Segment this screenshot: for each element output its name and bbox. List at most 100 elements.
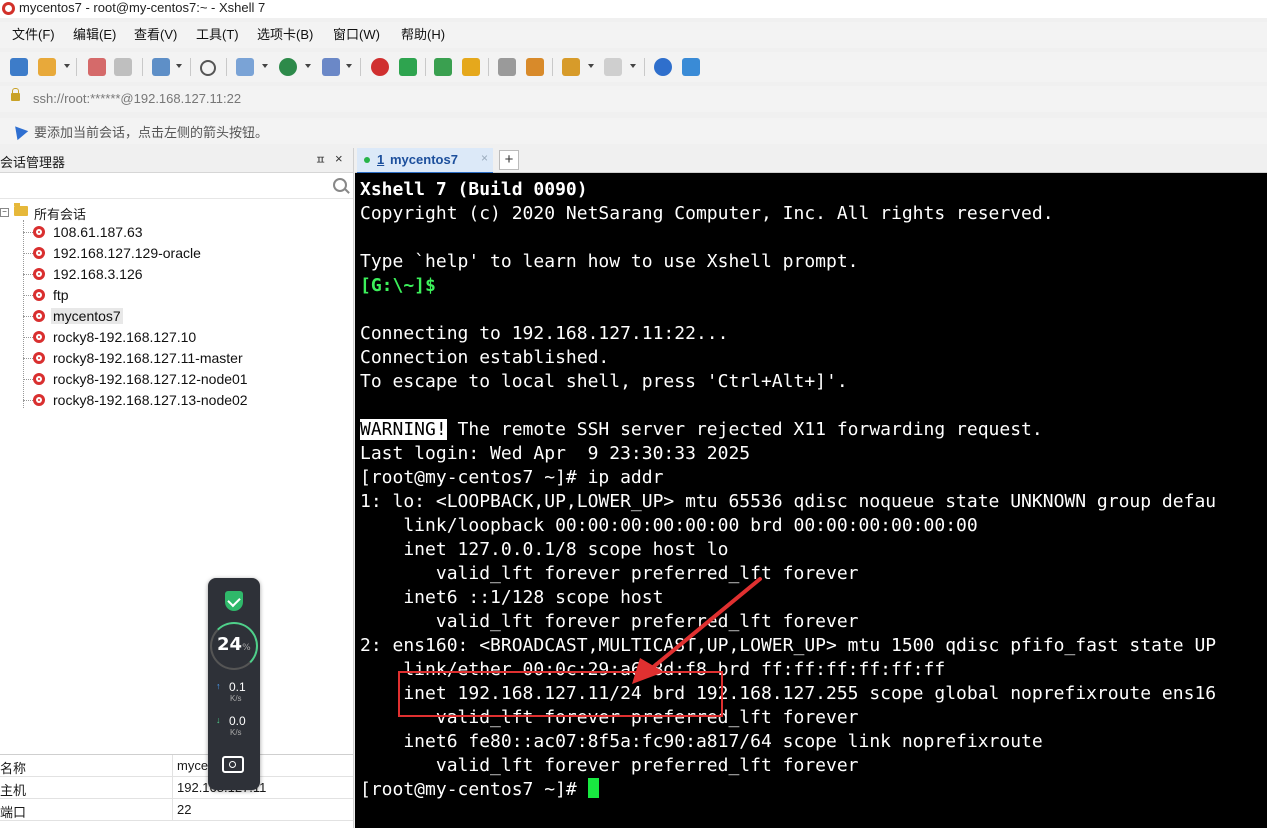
session-item[interactable]: 192.168.127.129-oracle <box>20 243 340 264</box>
chat-icon[interactable] <box>682 58 700 76</box>
properties-dropdown-icon[interactable] <box>262 64 268 68</box>
terminal-line: Copyright (c) 2020 NetSarang Computer, I… <box>360 203 1054 224</box>
pin-icon[interactable]: ㅍ <box>315 151 326 168</box>
toolbar-separator <box>552 58 553 76</box>
session-item[interactable]: 108.61.187.63 <box>20 222 340 243</box>
tab-number: 1 <box>377 152 385 167</box>
session-item[interactable]: 192.168.3.126 <box>20 264 340 285</box>
terminal-prompt: [root@my-centos7 ~]# <box>360 779 588 800</box>
terminal-area[interactable]: Xshell 7 (Build 0090) Copyright (c) 2020 … <box>355 173 1267 828</box>
font-icon[interactable] <box>322 58 340 76</box>
xshell-logo-icon <box>2 2 15 15</box>
terminal-line: [G:\~]$ <box>360 275 436 296</box>
lock-icon[interactable] <box>462 58 480 76</box>
highlight-box <box>398 671 723 717</box>
transfer-icon[interactable] <box>562 58 580 76</box>
terminal-line: Connection established. <box>360 347 610 368</box>
camera-icon[interactable] <box>222 756 244 773</box>
open-dropdown-icon[interactable] <box>64 64 70 68</box>
menu-help[interactable]: 帮助(H) <box>401 26 445 44</box>
upload-arrow-icon: ↑ <box>216 681 221 691</box>
session-item-label: rocky8-192.168.127.10 <box>53 329 197 345</box>
session-icon <box>33 352 45 364</box>
terminal-line: Connecting to 192.168.127.11:22... <box>360 323 729 344</box>
tree-connector <box>23 253 33 255</box>
tab-close-icon[interactable]: × <box>481 151 488 165</box>
disconnect-icon[interactable] <box>114 58 132 76</box>
open-folder-icon[interactable] <box>38 58 56 76</box>
close-icon[interactable]: × <box>335 151 343 166</box>
new-session-icon[interactable] <box>10 58 28 76</box>
session-item-label: ftp <box>53 287 69 303</box>
session-icon <box>33 310 45 322</box>
properties-icon[interactable] <box>236 58 254 76</box>
session-item[interactable]: rocky8-192.168.127.12-node01 <box>20 369 340 390</box>
menu-tabs[interactable]: 选项卡(B) <box>257 26 313 44</box>
terminal-line: WARNING! The remote SSH server rejected … <box>360 418 1043 442</box>
terminal-line: inet6 fe80::ac07:8f5a:fc90:a817/64 scope… <box>360 731 1043 752</box>
session-icon <box>33 289 45 301</box>
session-item[interactable]: rocky8-192.168.127.10 <box>20 327 340 348</box>
xftp-icon[interactable] <box>399 58 417 76</box>
menu-window[interactable]: 窗口(W) <box>333 26 380 44</box>
title-bar: mycentos7 - root@my-centos7:~ - Xshell 7 <box>0 0 1267 18</box>
hint-text: 要添加当前会话，点击左侧的箭头按钮。 <box>34 125 269 140</box>
property-row: 端口 22 <box>0 799 353 821</box>
session-icon <box>33 394 45 406</box>
address-bar: ssh://root:******@192.168.127.11:22 <box>0 86 1267 112</box>
session-icon <box>33 226 45 238</box>
property-row: 主机 192.168.127.11 <box>0 777 353 799</box>
upload-unit: K/s <box>230 694 242 703</box>
globe-dropdown-icon[interactable] <box>305 64 311 68</box>
xshell-icon[interactable] <box>371 58 389 76</box>
toolbar-separator <box>190 58 191 76</box>
search-icon[interactable] <box>333 178 347 192</box>
terminal-line: Last login: Wed Apr 9 23:30:33 2025 <box>360 443 751 464</box>
session-item[interactable]: ftp <box>20 285 340 306</box>
toolbar-separator <box>360 58 361 76</box>
connected-status-icon <box>364 157 370 163</box>
tab-mycentos7[interactable]: 1 mycentos7 × <box>357 148 493 174</box>
globe-icon[interactable] <box>279 58 297 76</box>
find-icon[interactable] <box>200 60 216 76</box>
highlight-pen-icon[interactable] <box>526 58 544 76</box>
terminal-line: To escape to local shell, press 'Ctrl+Al… <box>360 371 848 392</box>
collapse-icon[interactable]: − <box>0 208 9 217</box>
column-divider <box>172 755 173 776</box>
cpu-percent-value: 24 <box>217 634 243 655</box>
tree-connector <box>23 232 33 234</box>
fullscreen-icon[interactable] <box>434 58 452 76</box>
keyboard-icon[interactable] <box>498 58 516 76</box>
session-item-label: rocky8-192.168.127.12-node01 <box>53 371 248 387</box>
session-manager-header: 会话管理器 ㅍ × <box>0 148 353 173</box>
font-dropdown-icon[interactable] <box>346 64 352 68</box>
lock-icon <box>11 88 20 101</box>
transfer-dropdown-icon[interactable] <box>588 64 594 68</box>
tree-root-all-sessions[interactable]: − 所有会话 <box>0 202 353 222</box>
address-field[interactable]: ssh://root:******@192.168.127.11:22 <box>33 91 241 106</box>
menu-view[interactable]: 查看(V) <box>134 26 177 44</box>
session-item-selected[interactable]: mycentos7 <box>20 306 340 327</box>
add-session-arrow-icon[interactable] <box>9 121 29 141</box>
menu-bar: 文件(F) 编辑(E) 查看(V) 工具(T) 选项卡(B) 窗口(W) 帮助(… <box>0 22 1267 48</box>
session-item[interactable]: rocky8-192.168.127.13-node02 <box>20 390 340 411</box>
hint-bar: 要添加当前会话，点击左侧的箭头按钮。 <box>0 118 1267 144</box>
tree-connector <box>23 295 33 297</box>
reconnect-icon[interactable] <box>152 58 170 76</box>
layout-icon[interactable] <box>604 58 622 76</box>
toolbar-separator <box>425 58 426 76</box>
help-icon[interactable] <box>654 58 672 76</box>
connect-icon[interactable] <box>88 58 106 76</box>
reconnect-dropdown-icon[interactable] <box>176 64 182 68</box>
menu-tools[interactable]: 工具(T) <box>196 26 239 44</box>
terminal-line: [root@my-centos7 ~]# <box>360 778 599 802</box>
session-item[interactable]: rocky8-192.168.127.11-master <box>20 348 340 369</box>
menu-file[interactable]: 文件(F) <box>12 26 55 44</box>
network-monitor-widget[interactable]: 24% ↑ 0.1 K/s ↓ 0.0 K/s <box>208 578 260 790</box>
new-tab-button[interactable]: + <box>499 150 519 170</box>
menu-edit[interactable]: 编辑(E) <box>73 26 116 44</box>
session-search-input[interactable] <box>0 174 353 199</box>
layout-dropdown-icon[interactable] <box>630 64 636 68</box>
tree-root-label: 所有会话 <box>34 207 87 222</box>
tree-connector <box>23 274 33 276</box>
